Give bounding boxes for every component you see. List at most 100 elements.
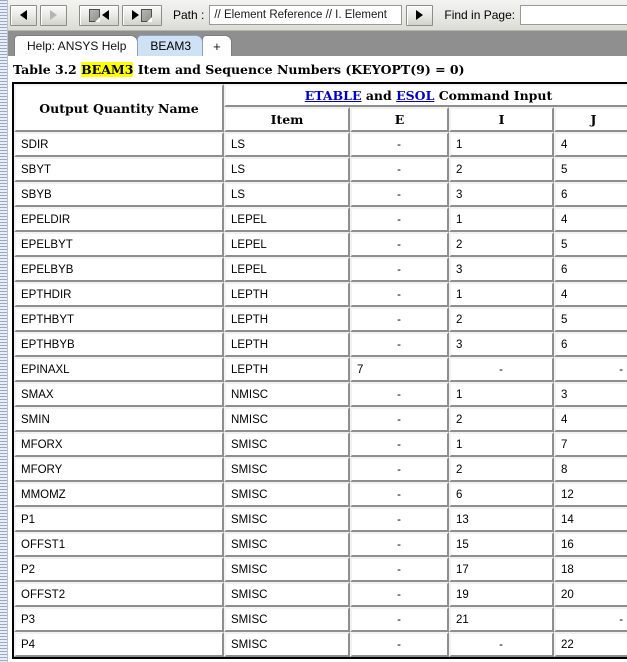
cell-j: - — [554, 607, 627, 632]
cell-j: 4 — [554, 207, 627, 232]
header-command-input-text: Command Input — [434, 88, 553, 103]
cell-item: NMISC — [224, 382, 350, 407]
cell-e: - — [350, 332, 449, 357]
table-row: EPTHDIR LEPTH -1 4 — [14, 282, 627, 307]
table-row: SMIN NMISC -2 4 — [14, 407, 627, 432]
item-sequence-table: Output Quantity Name ETABLE and ESOL Com… — [12, 82, 627, 659]
cell-j: 18 — [554, 557, 627, 582]
cell-item: SMISC — [224, 432, 350, 457]
find-in-page-label: Find in Page: — [444, 8, 516, 22]
cell-e: - — [350, 182, 449, 207]
cell-i: 21 — [449, 607, 554, 632]
table-row: EPTHBYT LEPTH -2 5 — [14, 307, 627, 332]
find-in-page-input[interactable] — [520, 5, 627, 25]
cell-e: - — [350, 307, 449, 332]
tab-ansys-help[interactable]: Help: ANSYS Help — [14, 35, 139, 56]
cell-i: 17 — [449, 557, 554, 582]
cell-i: 3 — [449, 332, 554, 357]
cell-j: 14 — [554, 507, 627, 532]
cell-j: 5 — [554, 157, 627, 182]
table-row: SDIR LS -1 4 — [14, 132, 627, 157]
table-row: P3 SMISC -21- — [14, 607, 627, 632]
cell-item: NMISC — [224, 407, 350, 432]
header-command-input: ETABLE and ESOL Command Input — [224, 84, 627, 107]
cell-output-quantity: P4 — [14, 632, 224, 657]
cell-item: SMISC — [224, 482, 350, 507]
cell-e: - — [350, 282, 449, 307]
cell-j: - — [554, 357, 627, 382]
forward-button[interactable] — [40, 4, 67, 26]
cell-item: SMISC — [224, 457, 350, 482]
header-output-quantity-name: Output Quantity Name — [14, 84, 224, 132]
table-row: SBYB LS -3 6 — [14, 182, 627, 207]
table-row: EPELBYB LEPEL -3 6 — [14, 257, 627, 282]
cell-item: SMISC — [224, 557, 350, 582]
cell-item: SMISC — [224, 607, 350, 632]
table-row: MFORX SMISC -1 7 — [14, 432, 627, 457]
tab-beam3[interactable]: BEAM3 — [137, 35, 204, 56]
esol-link[interactable]: ESOL — [396, 88, 434, 103]
cell-i: 19 — [449, 582, 554, 607]
table-row: EPELDIR LEPEL -1 4 — [14, 207, 627, 232]
table-row: OFFST1 SMISC -15 16 — [14, 532, 627, 557]
cell-output-quantity: OFFST1 — [14, 532, 224, 557]
cell-i: 13 — [449, 507, 554, 532]
header-item: Item — [224, 107, 350, 132]
previous-page-button[interactable] — [79, 4, 119, 26]
cell-j: 20 — [554, 582, 627, 607]
cell-output-quantity: SMAX — [14, 382, 224, 407]
cell-j: 3 — [554, 382, 627, 407]
cell-j: 5 — [554, 307, 627, 332]
cell-e: - — [350, 507, 449, 532]
new-tab-button[interactable]: + — [202, 35, 232, 56]
table-row: P4 SMISC - -22 — [14, 632, 627, 657]
cell-item: LS — [224, 182, 350, 207]
cell-output-quantity: EPTHBYT — [14, 307, 224, 332]
cell-e: - — [350, 207, 449, 232]
caption-suffix: Item and Sequence Numbers (KEYOPT(9) = 0… — [133, 62, 465, 77]
table-row: OFFST2 SMISC -19 20 — [14, 582, 627, 607]
cell-output-quantity: EPTHDIR — [14, 282, 224, 307]
cell-item: SMISC — [224, 582, 350, 607]
cell-output-quantity: EPTHBYB — [14, 332, 224, 357]
cell-e: - — [350, 482, 449, 507]
cell-item: LEPEL — [224, 207, 350, 232]
cell-i: 3 — [449, 257, 554, 282]
cell-e: 7 — [350, 357, 449, 382]
cell-e: - — [350, 257, 449, 282]
cell-item: LS — [224, 132, 350, 157]
cell-item: SMISC — [224, 632, 350, 657]
path-go-button[interactable] — [406, 4, 434, 26]
cell-e: - — [350, 132, 449, 157]
cell-i: 1 — [449, 432, 554, 457]
table-row: MFORY SMISC -2 8 — [14, 457, 627, 482]
cell-e: - — [350, 582, 449, 607]
cell-j: 4 — [554, 407, 627, 432]
cell-j: 4 — [554, 132, 627, 157]
cell-i: 2 — [449, 307, 554, 332]
next-page-button[interactable] — [122, 4, 162, 26]
cell-item: LEPTH — [224, 332, 350, 357]
cell-j: 16 — [554, 532, 627, 557]
cell-e: - — [350, 607, 449, 632]
table-body: SDIR LS -1 4 SBYT LS -2 5 SBYB LS -3 6 EPELDIR LEPEL -… — [14, 132, 627, 657]
cell-output-quantity: OFFST2 — [14, 582, 224, 607]
cell-i: 2 — [449, 232, 554, 257]
cell-e: - — [350, 407, 449, 432]
cell-item: LEPTH — [224, 282, 350, 307]
help-viewer-window: Path : // Element Reference // I. Elemen… — [0, 0, 627, 662]
table-row: EPINAXL LEPTH 7- - — [14, 357, 627, 382]
table-row: P2 SMISC -17 18 — [14, 557, 627, 582]
cell-output-quantity: EPELDIR — [14, 207, 224, 232]
cell-i: 1 — [449, 207, 554, 232]
back-button[interactable] — [10, 4, 37, 26]
etable-link[interactable]: ETABLE — [305, 88, 362, 103]
cell-e: - — [350, 232, 449, 257]
cell-output-quantity: SBYB — [14, 182, 224, 207]
cell-j: 6 — [554, 332, 627, 357]
cell-i: 6 — [449, 482, 554, 507]
cell-e: - — [350, 557, 449, 582]
path-input[interactable]: // Element Reference // I. Element — [209, 5, 403, 25]
cell-item: SMISC — [224, 532, 350, 557]
cell-i: 2 — [449, 457, 554, 482]
